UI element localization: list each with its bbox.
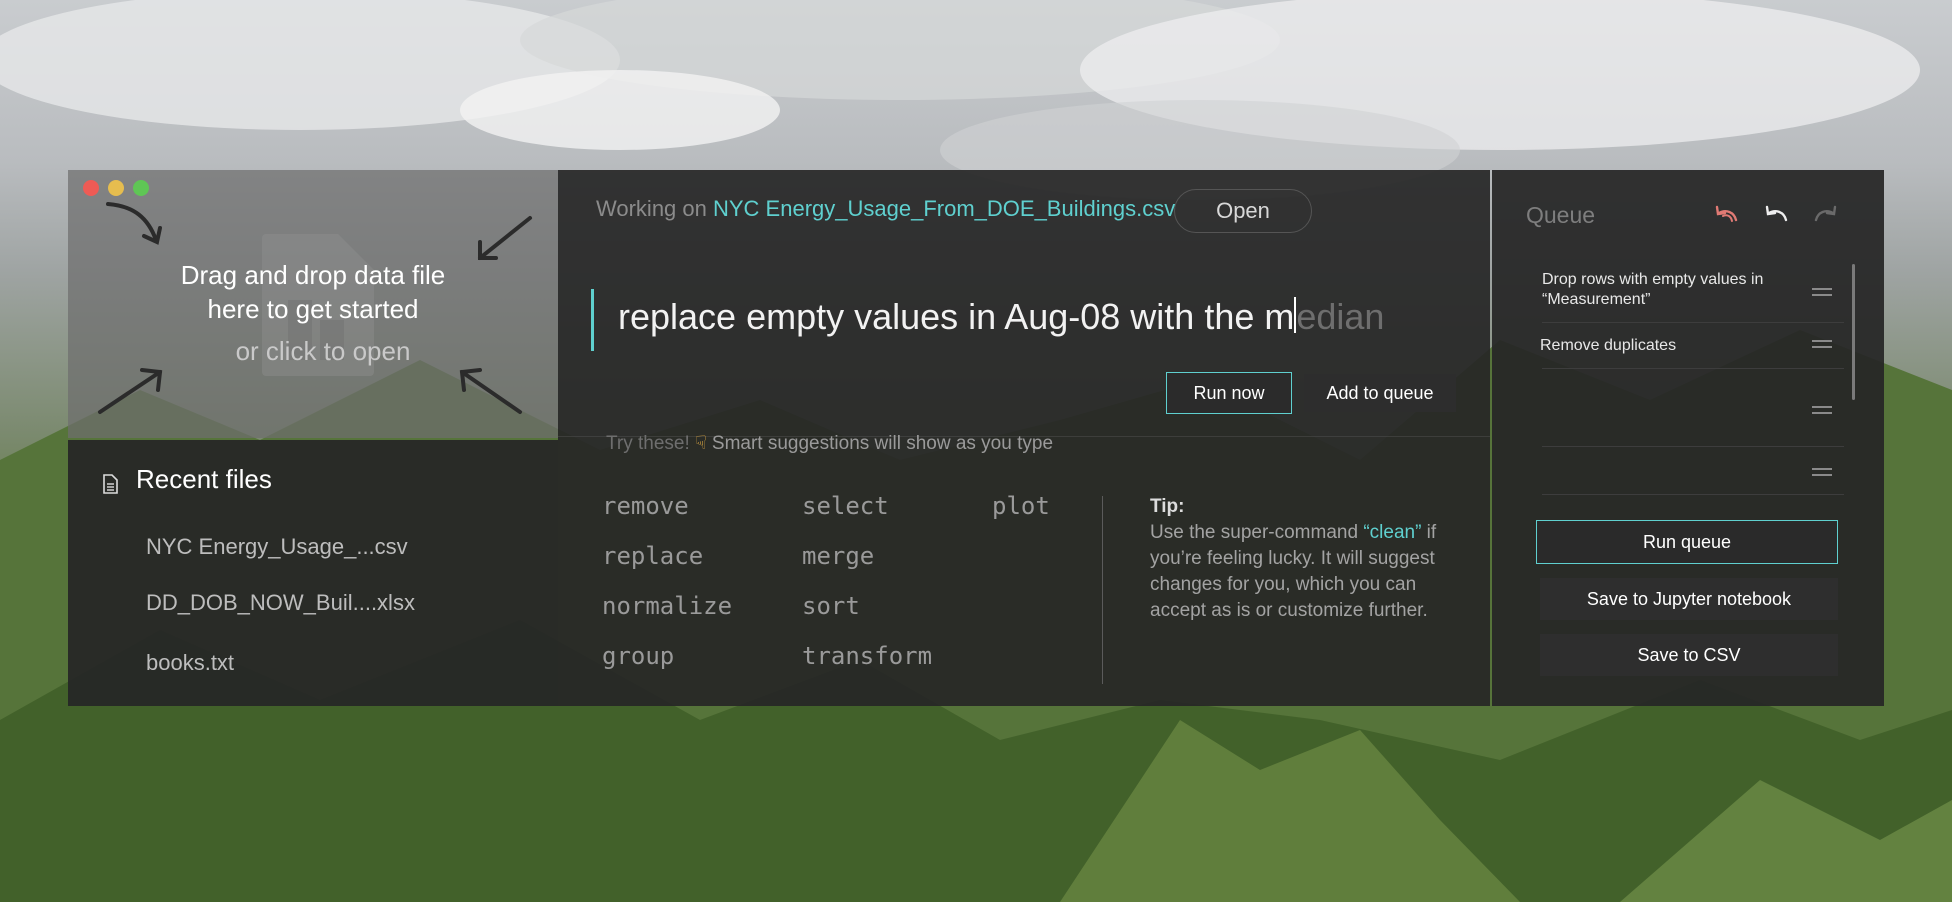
window-controls — [83, 180, 149, 196]
drop-zone[interactable]: Drag and drop data file here to get star… — [68, 170, 558, 438]
pointing-down-icon: ☟ — [695, 433, 707, 454]
recent-file-item[interactable]: DD_DOB_NOW_Buil....xlsx — [146, 590, 415, 616]
command-panel: Working on NYC Energy_Usage_From_DOE_Bui… — [558, 170, 1490, 706]
working-on-label: Working on NYC Energy_Usage_From_DOE_Bui… — [596, 196, 1175, 222]
tip-text-before: Use the super-command — [1150, 522, 1364, 543]
arrow-up-left-icon — [459, 368, 522, 414]
undo-all-icon[interactable] — [1714, 204, 1740, 224]
drag-handle-icon[interactable] — [1812, 288, 1832, 296]
save-csv-button[interactable]: Save to CSV — [1540, 634, 1838, 676]
maximize-window-button[interactable] — [133, 180, 149, 196]
keyword-group[interactable]: group — [602, 642, 674, 670]
drag-handle-icon[interactable] — [1812, 340, 1832, 348]
keyword-merge[interactable]: merge — [802, 542, 874, 570]
drag-handle-icon[interactable] — [1812, 468, 1832, 476]
drag-handle-icon[interactable] — [1812, 406, 1832, 414]
command-input[interactable]: replace empty values in Aug-08 with the … — [618, 296, 1384, 338]
tip-label: Tip: — [1150, 496, 1185, 517]
queue-separator — [1542, 368, 1844, 369]
keyword-sort[interactable]: sort — [802, 592, 860, 620]
working-prefix: Working on — [596, 196, 707, 221]
drop-line-2: here to get started — [207, 294, 419, 324]
command-focus-bar — [591, 289, 594, 351]
current-file-name[interactable]: NYC Energy_Usage_From_DOE_Buildings.csv — [713, 196, 1175, 221]
keyword-remove[interactable]: remove — [602, 492, 689, 520]
recent-files-title: Recent files — [136, 464, 272, 494]
tip-box: Tip: Use the super-command “clean” if yo… — [1150, 494, 1468, 624]
tip-divider — [1102, 496, 1103, 684]
add-to-queue-button[interactable]: Add to queue — [1304, 374, 1456, 412]
minimize-window-button[interactable] — [108, 180, 124, 196]
arrow-up-right-icon — [98, 368, 163, 414]
recent-file-item[interactable]: NYC Energy_Usage_...csv — [146, 534, 408, 560]
queue-panel: Queue Drop rows with empty values in “Me… — [1492, 170, 1884, 706]
recent-file-item[interactable]: books.txt — [146, 650, 234, 676]
queue-title: Queue — [1526, 202, 1596, 228]
queue-item[interactable]: Remove duplicates — [1540, 336, 1830, 356]
command-typed-text: replace empty values in Aug-08 with the … — [618, 296, 1295, 337]
try-hint-text: Smart suggestions will show as you type — [711, 433, 1054, 454]
clean-command-link[interactable]: “clean” — [1363, 522, 1421, 543]
click-to-open-link[interactable]: or click to open — [68, 336, 558, 367]
open-button[interactable]: Open — [1174, 189, 1312, 233]
keyword-transform[interactable]: transform — [802, 642, 932, 670]
queue-item[interactable]: Drop rows with empty values in “Measurem… — [1542, 270, 1832, 310]
save-jupyter-button[interactable]: Save to Jupyter notebook — [1540, 578, 1838, 620]
arrow-down-left-icon — [478, 216, 532, 260]
arrow-down-right-icon — [106, 202, 162, 245]
try-prefix: Try these! — [606, 433, 690, 454]
suggestions-hint: Try these! ☟ Smart suggestions will show… — [606, 432, 1053, 455]
undo-icon[interactable] — [1764, 204, 1790, 224]
command-autocomplete: edian — [1296, 296, 1385, 337]
document-icon — [103, 474, 118, 494]
drop-instructions: Drag and drop data file here to get star… — [68, 258, 558, 326]
run-queue-button[interactable]: Run queue — [1536, 520, 1838, 564]
recent-files-panel: Recent files NYC Energy_Usage_...csv DD_… — [68, 440, 558, 706]
drop-line-1: Drag and drop data file — [180, 260, 446, 290]
close-window-button[interactable] — [83, 180, 99, 196]
queue-separator — [1542, 446, 1844, 447]
keyword-select[interactable]: select — [802, 492, 889, 520]
queue-separator — [1542, 494, 1844, 495]
keyword-normalize[interactable]: normalize — [602, 592, 732, 620]
run-now-button[interactable]: Run now — [1166, 372, 1292, 414]
keyword-replace[interactable]: replace — [602, 542, 703, 570]
queue-separator — [1542, 322, 1844, 323]
queue-scrollbar[interactable] — [1852, 264, 1855, 400]
keyword-plot[interactable]: plot — [992, 492, 1050, 520]
redo-icon[interactable] — [1812, 204, 1838, 224]
app-window: Drag and drop data file here to get star… — [68, 170, 1884, 706]
